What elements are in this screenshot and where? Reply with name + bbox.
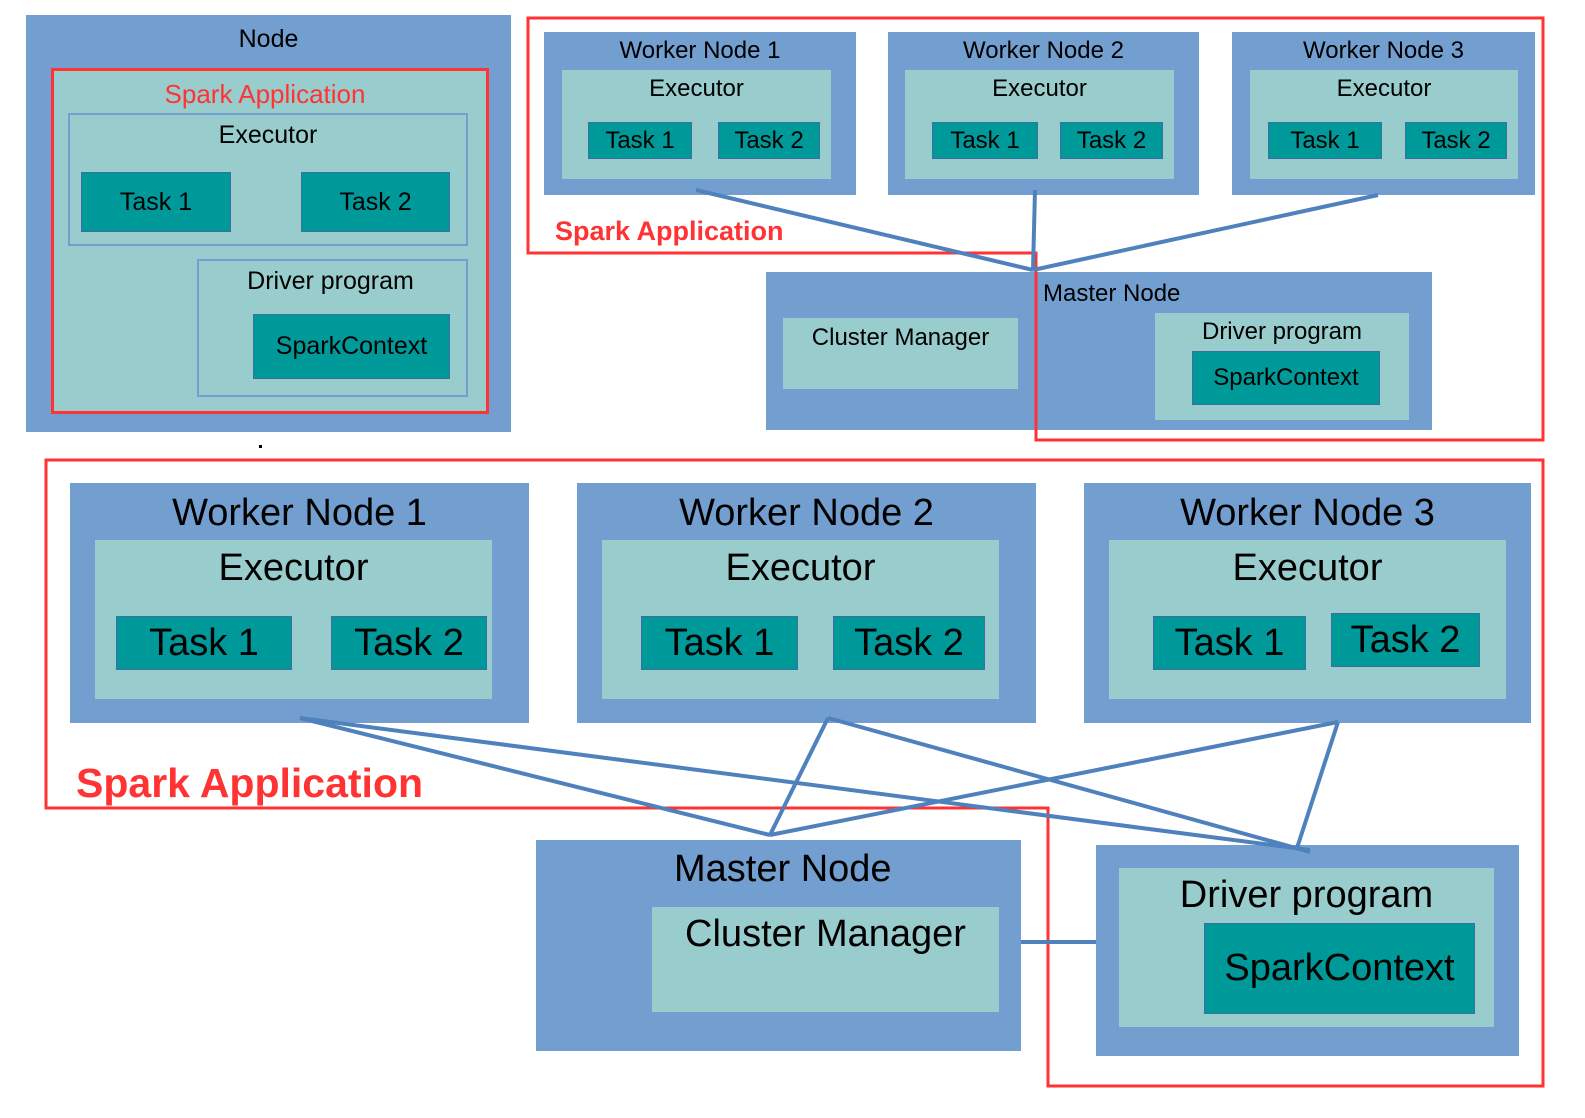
task-1: Task 1 xyxy=(641,616,798,670)
spark-application-label: Spark Application xyxy=(555,216,784,246)
connector-line xyxy=(768,717,830,836)
task-label: Task 2 xyxy=(1076,126,1147,154)
driver-program-label: Driver program xyxy=(247,267,414,295)
task-label: Task 1 xyxy=(664,621,775,664)
spark-application-label: Spark Application xyxy=(76,760,424,806)
executor-label: Executor xyxy=(218,121,318,149)
task-label: Task 1 xyxy=(149,621,259,664)
worker-node-label: Worker Node 1 xyxy=(619,37,781,64)
executor-label: Executor xyxy=(218,547,369,589)
task-label: Task 1 xyxy=(605,126,675,154)
connector-line xyxy=(1031,189,1037,271)
task-2: Task 2 xyxy=(1331,613,1480,667)
task-2: Task 2 xyxy=(1060,122,1163,159)
spark-context-label: SparkContext xyxy=(1224,947,1455,989)
task-label: Task 1 xyxy=(1290,126,1360,154)
task-2: Task 2 xyxy=(718,122,820,159)
connector-line xyxy=(1295,721,1340,849)
task-1: Task 1 xyxy=(1268,122,1382,159)
task-label: Task 2 xyxy=(1421,126,1491,154)
spark-application-label: Spark Application xyxy=(164,79,366,109)
worker-node-label: Worker Node 3 xyxy=(1180,492,1435,534)
driver-program-label: Driver program xyxy=(1179,874,1434,916)
task-label: Task 2 xyxy=(354,621,464,664)
executor-label: Executor xyxy=(1336,75,1432,102)
cluster-manager-box: Cluster Manager xyxy=(783,318,1018,389)
connector-line xyxy=(299,716,1311,852)
spark-context: SparkContext xyxy=(1192,351,1380,405)
executor-label: Executor xyxy=(649,75,744,102)
task-label: Task 1 xyxy=(1174,621,1285,664)
task-label: Task 1 xyxy=(950,126,1020,154)
cluster-manager-label: Cluster Manager xyxy=(685,913,966,955)
worker-node-label: Worker Node 2 xyxy=(679,492,934,534)
worker-node-label: Worker Node 2 xyxy=(963,37,1124,64)
task-2: Task 2 xyxy=(331,616,487,670)
task-label: Task 2 xyxy=(854,621,964,664)
worker-node-label: Worker Node 3 xyxy=(1303,37,1464,64)
master-node-label: Master Node xyxy=(1043,280,1181,307)
executor-label: Executor xyxy=(1232,547,1383,589)
task-label: Task 2 xyxy=(339,187,412,216)
task-2: Task 2 xyxy=(301,172,450,232)
task-1: Task 1 xyxy=(588,122,692,159)
connector-line xyxy=(827,716,1311,854)
task-1: Task 1 xyxy=(116,616,292,670)
task-1: Task 1 xyxy=(1153,616,1306,670)
task-label: Task 2 xyxy=(1350,618,1461,661)
task-label: Task 1 xyxy=(119,187,193,216)
spark-context-label: SparkContext xyxy=(1213,364,1359,391)
master-node-label: Master Node xyxy=(674,848,892,890)
task-1: Task 1 xyxy=(932,122,1038,159)
task-2: Task 2 xyxy=(1405,122,1507,159)
connector-line xyxy=(1032,193,1379,272)
spark-context: SparkContext xyxy=(253,314,450,379)
task-1: Task 1 xyxy=(81,172,231,232)
executor-label: Executor xyxy=(725,547,876,589)
worker-node-label: Worker Node 1 xyxy=(172,492,427,534)
dot xyxy=(259,445,262,448)
node-label: Node xyxy=(238,25,299,53)
cluster-manager-label: Cluster Manager xyxy=(811,324,990,351)
driver-program-label: Driver program xyxy=(1201,318,1363,345)
executor-label: Executor xyxy=(992,75,1087,102)
spark-context: SparkContext xyxy=(1204,923,1475,1014)
cluster-manager-box: Cluster Manager xyxy=(652,907,999,1012)
connector-line xyxy=(769,720,1339,837)
spark-context-label: SparkContext xyxy=(275,332,428,360)
task-label: Task 2 xyxy=(734,126,804,154)
task-2: Task 2 xyxy=(833,616,985,670)
